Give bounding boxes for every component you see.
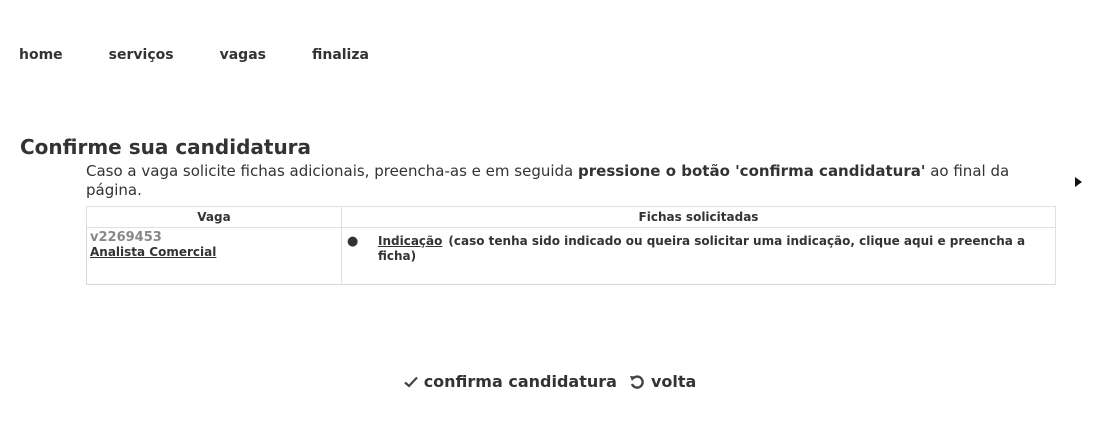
confirm-candidatura-button[interactable]: confirma candidatura [403, 372, 617, 391]
nav-vagas-link[interactable]: vagas [220, 46, 266, 64]
undo-icon [629, 374, 644, 389]
nav-servicos-link[interactable]: serviços [109, 46, 174, 64]
right-arrow-icon[interactable] [1075, 177, 1082, 187]
bullet-icon: ● [347, 234, 359, 249]
checkmark-icon [403, 376, 418, 388]
fichas-table: Vaga Fichas solicitadas v2269453 Analist… [86, 206, 1056, 285]
nav-finaliza-link[interactable]: finaliza [312, 46, 369, 64]
column-header-vaga: Vaga [86, 206, 342, 228]
vaga-title-link[interactable]: Analista Comercial [87, 245, 341, 259]
confirm-label: confirma candidatura [423, 372, 617, 391]
table-header-row: Vaga Fichas solicitadas [86, 206, 1056, 228]
intro-text: Caso a vaga solicite fichas adicionais, … [86, 162, 1061, 200]
column-header-fichas: Fichas solicitadas [341, 206, 1056, 228]
action-bar: confirma candidatura volta [0, 372, 1100, 391]
vaga-cell: v2269453 Analista Comercial [86, 227, 342, 285]
page-title: Confirme sua candidatura [20, 135, 312, 159]
ficha-list-item: ● Indicação (caso tenha sido indicado ou … [342, 228, 1055, 264]
table-row: v2269453 Analista Comercial ● Indicação(… [86, 227, 1056, 285]
fichas-cell: ● Indicação (caso tenha sido indicado ou … [341, 227, 1056, 285]
volta-button[interactable]: volta [629, 372, 696, 391]
nav-home-link[interactable]: home [19, 46, 63, 64]
intro-prefix: Caso a vaga solicite fichas adicionais, … [86, 162, 579, 180]
back-label: volta [650, 372, 697, 391]
intro-emphasis: pressione o botão 'confirma candidatura' [578, 162, 926, 180]
vaga-id: v2269453 [90, 230, 162, 245]
ficha-note: (caso tenha sido indicado ou queira soli… [378, 234, 1026, 263]
indicacao-link[interactable]: Indicação [378, 234, 442, 248]
main-nav: home serviços vagas finaliza [19, 46, 415, 64]
